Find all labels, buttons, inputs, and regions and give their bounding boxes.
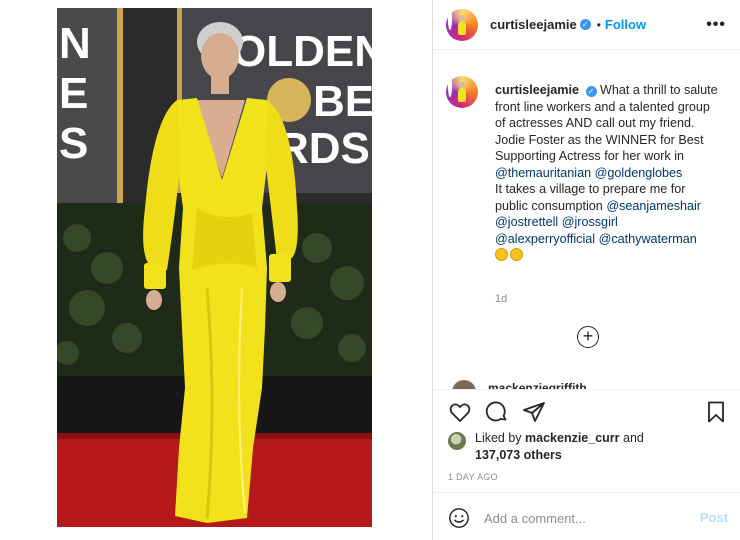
mention-link[interactable]: @jrossgirl — [562, 215, 618, 229]
author-username[interactable]: curtisleejamie — [490, 17, 577, 32]
liker-avatar[interactable] — [448, 432, 466, 450]
comment-bar: Post — [434, 492, 740, 540]
photo-illustration: N E S OLDEN BE RDS — [57, 8, 372, 527]
liker-username[interactable]: mackenzie_curr — [525, 431, 620, 445]
caption-timestamp[interactable]: 1d — [495, 293, 507, 305]
clap-emoji-icon — [495, 248, 508, 261]
mention-link[interactable]: @goldenglobes — [595, 166, 683, 180]
post-timestamp[interactable]: 1 DAY AGO — [448, 472, 498, 482]
post-comment-button[interactable]: Post — [700, 510, 728, 525]
author-avatar[interactable] — [446, 8, 478, 41]
post-sidebar: curtisleejamie ✓ • Follow ••• curtisleej… — [434, 0, 740, 540]
mention-link[interactable]: @themauritanian — [495, 166, 591, 180]
likes-text: Liked by mackenzie_curr and 137,073 othe… — [475, 430, 735, 464]
more-options-icon[interactable]: ••• — [706, 16, 726, 34]
separator-dot: • — [596, 17, 601, 32]
likes-count[interactable]: 137,073 others — [475, 448, 562, 462]
backdrop-sign-text: OLDEN — [232, 27, 372, 76]
load-more-comments-icon[interactable]: + — [577, 326, 599, 348]
post-actions — [434, 389, 740, 433]
like-heart-icon[interactable] — [448, 400, 472, 424]
add-comment-input[interactable] — [484, 508, 684, 528]
svg-text:BE: BE — [313, 77, 372, 126]
save-bookmark-icon[interactable] — [704, 400, 728, 424]
caption-verified-icon: ✓ — [585, 86, 597, 97]
post-caption: curtisleejamie ✓ What a thrill to salute… — [495, 82, 721, 264]
likes-conjunction: and — [619, 431, 644, 445]
verified-badge-icon: ✓ — [579, 19, 591, 30]
mention-link[interactable]: @seanjameshair — [606, 199, 701, 213]
emoji-smiley-icon[interactable] — [448, 507, 470, 529]
post-photo[interactable]: N E S OLDEN BE RDS — [57, 8, 372, 527]
backdrop-left-text: N — [59, 19, 91, 68]
caption-username[interactable]: curtisleejamie — [495, 83, 579, 97]
comments-area: curtisleejamie ✓ What a thrill to salute… — [434, 60, 740, 390]
svg-text:E: E — [59, 69, 88, 118]
post-header: curtisleejamie ✓ • Follow ••• — [434, 0, 740, 50]
svg-text:S: S — [59, 119, 88, 168]
share-direct-icon[interactable] — [522, 400, 546, 424]
likes-prefix: Liked by — [475, 431, 526, 445]
clap-emoji-icon — [510, 248, 523, 261]
mention-link[interactable]: @alexperryofficial — [495, 232, 595, 246]
caption-author-avatar[interactable] — [446, 76, 478, 108]
mention-link[interactable]: @cathywaterman — [599, 232, 697, 246]
photo-panel: N E S OLDEN BE RDS — [0, 0, 433, 540]
follow-button[interactable]: Follow — [605, 17, 646, 32]
comment-bubble-icon[interactable] — [485, 400, 509, 424]
likes-summary: Liked by mackenzie_curr and 137,073 othe… — [448, 430, 728, 464]
mention-link[interactable]: @jostrettell — [495, 215, 558, 229]
